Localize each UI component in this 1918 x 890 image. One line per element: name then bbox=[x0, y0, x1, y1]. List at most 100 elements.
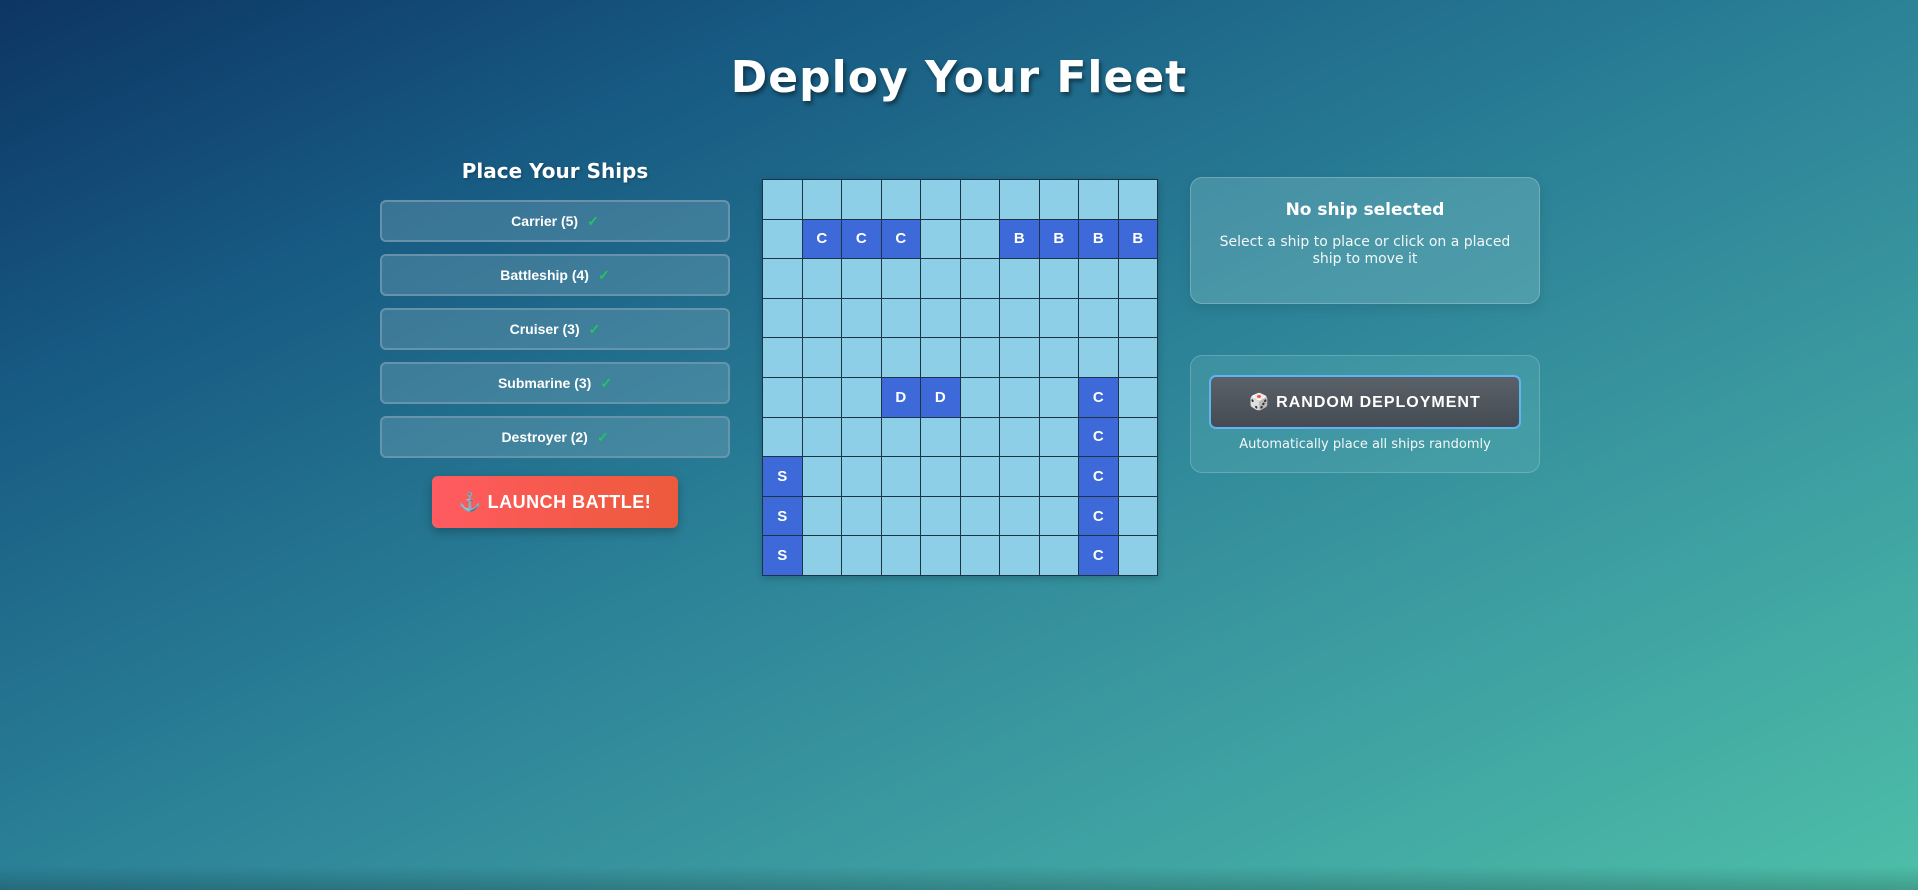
ship-item-carrier[interactable]: Carrier (5) ✓ bbox=[380, 200, 730, 242]
ship-cell[interactable]: B bbox=[1039, 219, 1078, 259]
water-cell[interactable] bbox=[1039, 496, 1078, 536]
water-cell[interactable] bbox=[1000, 457, 1039, 496]
water-cell[interactable] bbox=[1039, 180, 1078, 219]
water-cell[interactable] bbox=[802, 417, 841, 457]
water-cell[interactable] bbox=[1039, 338, 1078, 377]
water-cell[interactable] bbox=[921, 457, 960, 496]
random-deployment-button[interactable]: 🎲 RANDOM DEPLOYMENT bbox=[1209, 375, 1521, 429]
ship-cell[interactable]: S bbox=[763, 496, 802, 536]
ship-cell[interactable]: D bbox=[921, 377, 960, 417]
water-cell[interactable] bbox=[842, 298, 881, 338]
water-cell[interactable] bbox=[842, 180, 881, 219]
water-cell[interactable] bbox=[881, 180, 920, 219]
water-cell[interactable] bbox=[921, 417, 960, 457]
water-cell[interactable] bbox=[921, 536, 960, 575]
water-cell[interactable] bbox=[802, 180, 841, 219]
ship-item-battleship[interactable]: Battleship (4) ✓ bbox=[380, 254, 730, 296]
water-cell[interactable] bbox=[1039, 536, 1078, 575]
water-cell[interactable] bbox=[1039, 377, 1078, 417]
water-cell[interactable] bbox=[921, 496, 960, 536]
ship-cell[interactable]: B bbox=[1000, 219, 1039, 259]
water-cell[interactable] bbox=[960, 536, 999, 575]
water-cell[interactable] bbox=[1079, 338, 1118, 377]
water-cell[interactable] bbox=[763, 298, 802, 338]
water-cell[interactable] bbox=[1039, 298, 1078, 338]
water-cell[interactable] bbox=[842, 377, 881, 417]
water-cell[interactable] bbox=[1000, 536, 1039, 575]
water-cell[interactable] bbox=[881, 338, 920, 377]
water-cell[interactable] bbox=[921, 298, 960, 338]
water-cell[interactable] bbox=[881, 496, 920, 536]
water-cell[interactable] bbox=[960, 259, 999, 298]
water-cell[interactable] bbox=[960, 338, 999, 377]
water-cell[interactable] bbox=[763, 377, 802, 417]
water-cell[interactable] bbox=[842, 496, 881, 536]
water-cell[interactable] bbox=[842, 338, 881, 377]
water-cell[interactable] bbox=[881, 298, 920, 338]
ship-cell[interactable]: B bbox=[1079, 219, 1118, 259]
water-cell[interactable] bbox=[1039, 259, 1078, 298]
water-cell[interactable] bbox=[921, 259, 960, 298]
water-cell[interactable] bbox=[1000, 338, 1039, 377]
water-cell[interactable] bbox=[1118, 259, 1157, 298]
water-cell[interactable] bbox=[1000, 180, 1039, 219]
water-cell[interactable] bbox=[921, 338, 960, 377]
water-cell[interactable] bbox=[763, 259, 802, 298]
ship-cell[interactable]: C bbox=[1079, 457, 1118, 496]
water-cell[interactable] bbox=[763, 219, 802, 259]
water-cell[interactable] bbox=[881, 536, 920, 575]
water-cell[interactable] bbox=[1039, 457, 1078, 496]
ship-cell[interactable]: S bbox=[763, 536, 802, 575]
water-cell[interactable] bbox=[960, 457, 999, 496]
ship-cell[interactable]: C bbox=[842, 219, 881, 259]
water-cell[interactable] bbox=[1079, 298, 1118, 338]
water-cell[interactable] bbox=[763, 338, 802, 377]
water-cell[interactable] bbox=[1118, 536, 1157, 575]
water-cell[interactable] bbox=[842, 457, 881, 496]
water-cell[interactable] bbox=[960, 496, 999, 536]
water-cell[interactable] bbox=[881, 457, 920, 496]
water-cell[interactable] bbox=[1039, 417, 1078, 457]
ship-cell[interactable]: C bbox=[1079, 496, 1118, 536]
launch-battle-button[interactable]: ⚓ LAUNCH BATTLE! bbox=[432, 476, 678, 528]
water-cell[interactable] bbox=[763, 180, 802, 219]
water-cell[interactable] bbox=[960, 417, 999, 457]
water-cell[interactable] bbox=[1118, 298, 1157, 338]
water-cell[interactable] bbox=[842, 417, 881, 457]
water-cell[interactable] bbox=[802, 496, 841, 536]
water-cell[interactable] bbox=[802, 338, 841, 377]
water-cell[interactable] bbox=[1118, 377, 1157, 417]
water-cell[interactable] bbox=[1118, 180, 1157, 219]
water-cell[interactable] bbox=[881, 259, 920, 298]
ship-item-destroyer[interactable]: Destroyer (2) ✓ bbox=[380, 416, 730, 458]
water-cell[interactable] bbox=[1000, 496, 1039, 536]
water-cell[interactable] bbox=[1000, 377, 1039, 417]
water-cell[interactable] bbox=[1118, 417, 1157, 457]
water-cell[interactable] bbox=[1118, 496, 1157, 536]
ship-item-cruiser[interactable]: Cruiser (3) ✓ bbox=[380, 308, 730, 350]
ship-cell[interactable]: C bbox=[1079, 377, 1118, 417]
water-cell[interactable] bbox=[842, 259, 881, 298]
ship-cell[interactable]: B bbox=[1118, 219, 1157, 259]
water-cell[interactable] bbox=[960, 219, 999, 259]
water-cell[interactable] bbox=[1079, 259, 1118, 298]
water-cell[interactable] bbox=[842, 536, 881, 575]
water-cell[interactable] bbox=[802, 377, 841, 417]
water-cell[interactable] bbox=[1079, 180, 1118, 219]
water-cell[interactable] bbox=[1000, 417, 1039, 457]
water-cell[interactable] bbox=[802, 536, 841, 575]
water-cell[interactable] bbox=[1000, 259, 1039, 298]
water-cell[interactable] bbox=[921, 219, 960, 259]
ship-cell[interactable]: C bbox=[1079, 417, 1118, 457]
ship-cell[interactable]: C bbox=[802, 219, 841, 259]
water-cell[interactable] bbox=[802, 457, 841, 496]
ship-cell[interactable]: S bbox=[763, 457, 802, 496]
water-cell[interactable] bbox=[802, 259, 841, 298]
water-cell[interactable] bbox=[802, 298, 841, 338]
water-cell[interactable] bbox=[960, 298, 999, 338]
water-cell[interactable] bbox=[881, 417, 920, 457]
ship-cell[interactable]: C bbox=[1079, 536, 1118, 575]
ship-cell[interactable]: D bbox=[881, 377, 920, 417]
water-cell[interactable] bbox=[763, 417, 802, 457]
water-cell[interactable] bbox=[1118, 457, 1157, 496]
